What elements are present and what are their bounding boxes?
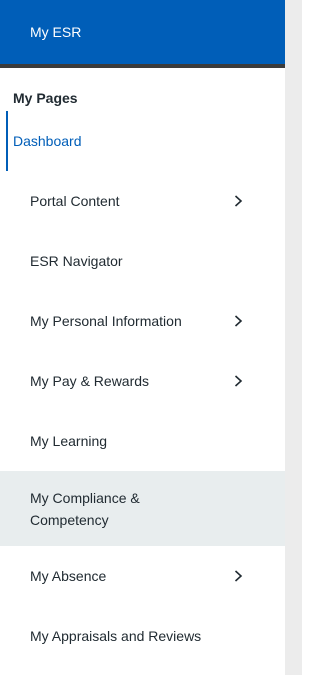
section-title: My Pages (13, 90, 78, 106)
nav-my-learning[interactable]: My Learning (0, 411, 285, 471)
nav-my-compliance-competency[interactable]: My Compliance & Competency (0, 471, 285, 546)
nav-my-absence[interactable]: My Absence (0, 546, 285, 606)
chevron-right-icon (231, 570, 245, 582)
nav-item-label: My Absence (30, 568, 107, 584)
nav-item-label: My Learning (30, 433, 108, 449)
chevron-right-icon (231, 195, 245, 207)
nav-item-label: My Appraisals and Reviews (30, 628, 202, 644)
nav-dashboard[interactable]: Dashboard (0, 111, 285, 171)
nav-portal-content[interactable]: Portal Content (0, 171, 285, 231)
nav-item-label: Portal Content (30, 193, 120, 209)
nav-esr-navigator[interactable]: ESR Navigator (0, 231, 285, 291)
nav-item-label: My Pay & Rewards (30, 373, 150, 389)
chevron-right-icon (231, 315, 245, 327)
nav-item-label: My Personal Information (30, 313, 182, 329)
header-title: My ESR (30, 24, 82, 40)
app-root: My ESR My Pages Dashboard Portal Content… (0, 0, 302, 675)
chevron-right-icon (231, 375, 245, 387)
nav-my-personal-information[interactable]: My Personal Information (0, 291, 285, 351)
side-menu: My ESR My Pages Dashboard Portal Content… (0, 0, 285, 675)
nav-item-label: My Compliance & Competency (30, 489, 140, 528)
nav-dashboard-label: Dashboard (13, 133, 82, 149)
menu-header[interactable]: My ESR (0, 0, 285, 68)
nav-my-appraisals-reviews[interactable]: My Appraisals and Reviews (0, 606, 285, 666)
nav-my-pay-rewards[interactable]: My Pay & Rewards (0, 351, 285, 411)
scrollbar[interactable] (285, 0, 302, 675)
nav-item-label: ESR Navigator (30, 253, 123, 269)
